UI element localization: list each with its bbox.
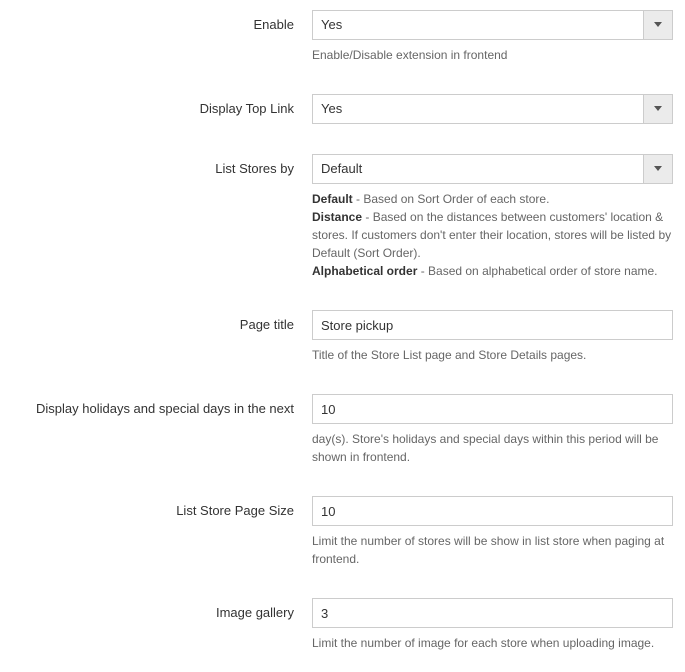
select-list-stores-by-value: Default	[312, 154, 643, 184]
help-display-holidays: day(s). Store's holidays and special day…	[312, 430, 673, 466]
label-enable: Enable	[12, 10, 312, 32]
help-distance-bold: Distance	[312, 210, 362, 224]
caret-down-icon	[654, 22, 662, 28]
caret-down-icon	[654, 166, 662, 172]
select-display-top-link-value: Yes	[312, 94, 643, 124]
input-image-gallery[interactable]	[312, 598, 673, 628]
help-alpha-text: - Based on alphabetical order of store n…	[417, 264, 657, 278]
input-display-holidays[interactable]	[312, 394, 673, 424]
dropdown-button-list-stores-by[interactable]	[643, 154, 673, 184]
select-enable-value: Yes	[312, 10, 643, 40]
caret-down-icon	[654, 106, 662, 112]
input-list-page-size[interactable]	[312, 496, 673, 526]
label-display-top-link: Display Top Link	[12, 94, 312, 116]
dropdown-button-enable[interactable]	[643, 10, 673, 40]
help-default-bold: Default	[312, 192, 353, 206]
label-display-holidays: Display holidays and special days in the…	[12, 394, 312, 416]
select-display-top-link[interactable]: Yes	[312, 94, 673, 124]
input-page-title[interactable]	[312, 310, 673, 340]
select-list-stores-by[interactable]: Default	[312, 154, 673, 184]
label-list-stores-by: List Stores by	[12, 154, 312, 176]
help-alpha-bold: Alphabetical order	[312, 264, 417, 278]
help-list-stores-by: Default - Based on Sort Order of each st…	[312, 190, 673, 280]
select-enable[interactable]: Yes	[312, 10, 673, 40]
dropdown-button-display-top-link[interactable]	[643, 94, 673, 124]
label-image-gallery: Image gallery	[12, 598, 312, 620]
help-distance-text: - Based on the distances between custome…	[312, 210, 671, 260]
help-image-gallery: Limit the number of image for each store…	[312, 634, 673, 652]
help-page-title: Title of the Store List page and Store D…	[312, 346, 673, 364]
help-enable: Enable/Disable extension in frontend	[312, 46, 673, 64]
label-page-title: Page title	[12, 310, 312, 332]
help-default-text: - Based on Sort Order of each store.	[353, 192, 550, 206]
label-list-page-size: List Store Page Size	[12, 496, 312, 518]
help-list-page-size: Limit the number of stores will be show …	[312, 532, 673, 568]
